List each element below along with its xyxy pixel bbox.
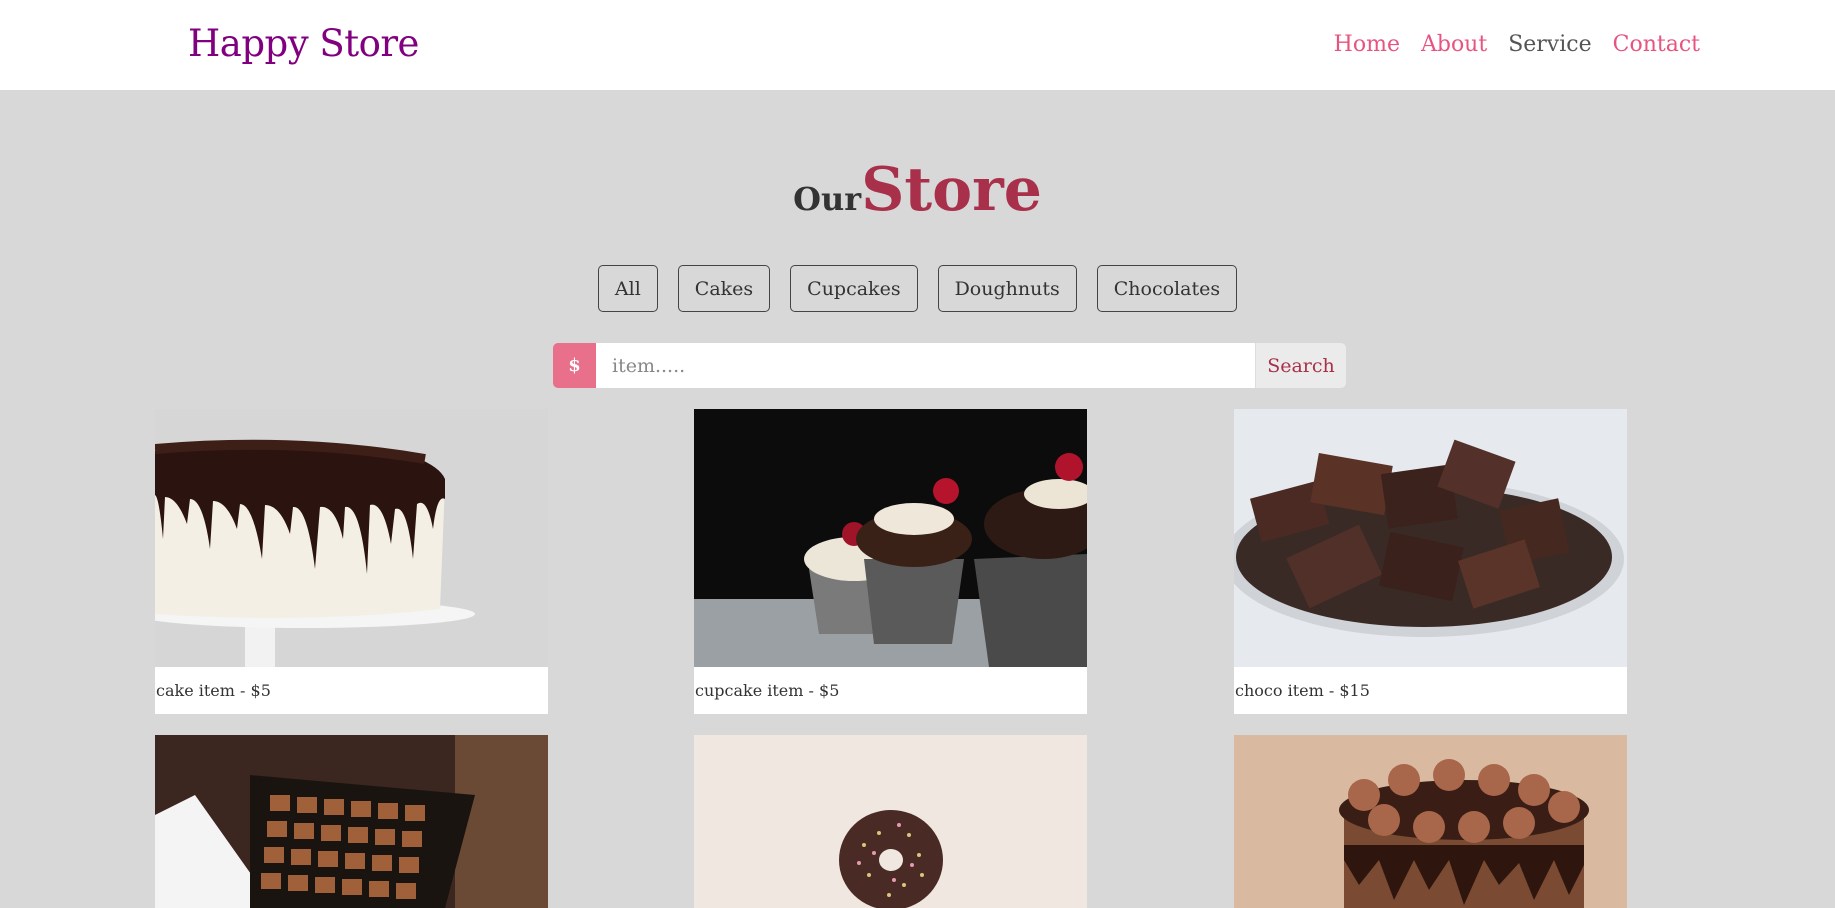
product-card[interactable]	[694, 735, 1087, 908]
nav-links: Home About Service Contact	[1334, 32, 1700, 57]
filter-bar: All Cakes Cupcakes Doughnuts Chocolates	[0, 265, 1835, 312]
search-bar: $ Search	[553, 343, 1346, 388]
product-caption: choco item - $15	[1234, 667, 1627, 714]
cupcake-image	[694, 409, 1087, 667]
filter-cakes-button[interactable]: Cakes	[677, 265, 771, 312]
search-button[interactable]: Search	[1255, 343, 1346, 388]
search-input[interactable]	[596, 343, 1255, 388]
chocolate-cake-image	[1234, 735, 1627, 908]
product-caption: cupcake item - $5	[694, 667, 1087, 714]
product-caption: cake item - $5	[155, 667, 548, 714]
nav-link-service[interactable]: Service	[1508, 32, 1591, 57]
product-card[interactable]	[155, 735, 548, 908]
filter-all-button[interactable]: All	[597, 265, 658, 312]
chocolate-box-image	[155, 735, 548, 908]
product-card[interactable]: cake item - $5	[155, 409, 548, 714]
chocolate-image	[1234, 409, 1627, 667]
product-card[interactable]: cupcake item - $5	[694, 409, 1087, 714]
page-title: OurStore	[0, 155, 1835, 225]
product-card[interactable]: choco item - $15	[1234, 409, 1627, 714]
cake-image	[155, 409, 548, 667]
nav-link-home[interactable]: Home	[1334, 32, 1400, 57]
filter-cupcakes-button[interactable]: Cupcakes	[790, 265, 918, 312]
filter-chocolates-button[interactable]: Chocolates	[1096, 265, 1238, 312]
page-title-main: Store	[861, 155, 1042, 225]
page-title-prefix: Our	[793, 180, 862, 218]
filter-doughnuts-button[interactable]: Doughnuts	[937, 265, 1077, 312]
brand-logo[interactable]: Happy Store	[188, 22, 419, 65]
doughnut-image	[694, 735, 1087, 908]
nav-link-contact[interactable]: Contact	[1613, 32, 1700, 57]
product-card[interactable]	[1234, 735, 1627, 908]
nav-link-about[interactable]: About	[1421, 32, 1487, 57]
navbar: Happy Store Home About Service Contact	[0, 0, 1835, 90]
dollar-icon: $	[553, 343, 596, 388]
